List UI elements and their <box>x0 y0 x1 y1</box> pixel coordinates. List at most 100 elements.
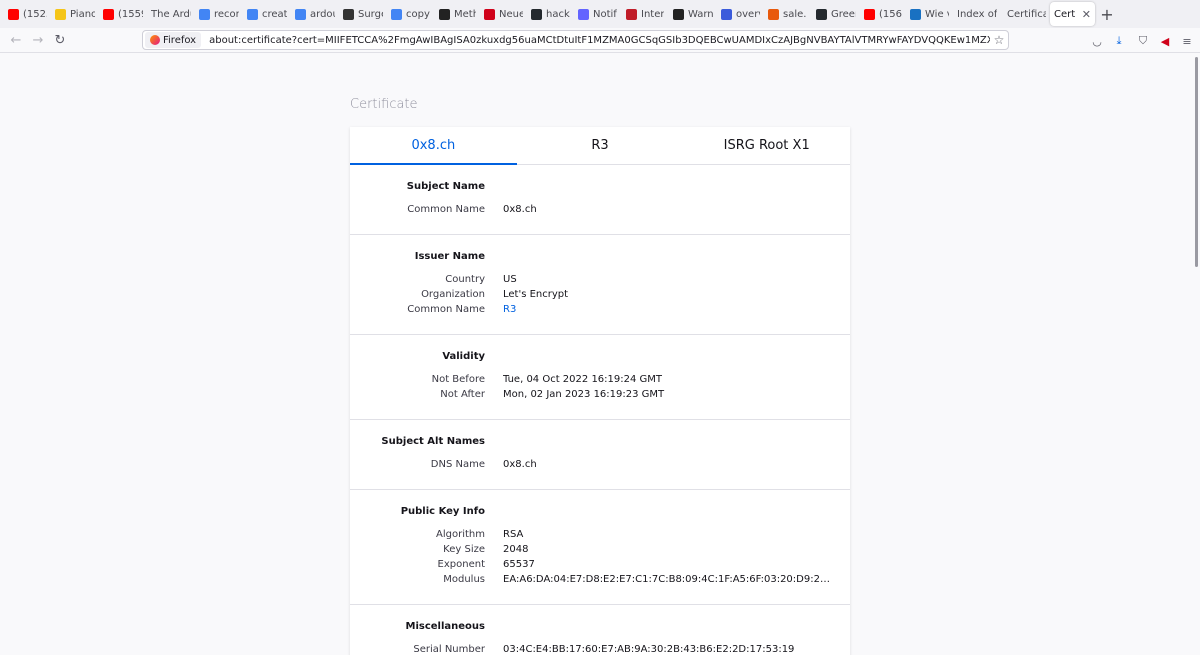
github-icon <box>816 8 827 20</box>
info-row: Serial Number 03:4C:E4:BB:17:60:E7:AB:9A… <box>350 642 850 655</box>
tab-label: ardou <box>310 8 335 20</box>
browser-tab[interactable]: Wie v <box>906 2 953 26</box>
issuer-name-section: Issuer Name Country US Organization Let'… <box>350 235 850 335</box>
close-tab-icon[interactable]: ✕ <box>1082 8 1091 21</box>
row-key: Organization <box>421 289 485 300</box>
z-icon <box>484 8 495 20</box>
browser-tab[interactable]: Certifica <box>1003 2 1050 26</box>
browser-tab[interactable]: Index of <box>953 2 1003 26</box>
shield-icon[interactable]: ⛉ <box>1134 32 1152 50</box>
row-key: Exponent <box>437 559 485 570</box>
browser-tab[interactable]: Warn <box>669 2 717 26</box>
page-content: Certificate 0x8.ch R3 ISRG Root X1 Subje… <box>0 53 1200 655</box>
tabs-container: (1525 Piano (1559 The Ardu recor creat ardou Su… <box>4 2 1095 26</box>
browser-tab[interactable]: Meth <box>435 2 480 26</box>
tab-label: Inter <box>641 8 665 20</box>
tab-label: Warn <box>688 8 713 20</box>
info-row: Common Name 0x8.ch <box>350 202 850 217</box>
identity-label: Firefox <box>163 34 197 46</box>
flag-icon <box>626 8 637 20</box>
info-row: Modulus EA:A6:DA:04:E7:D8:E2:E7:C1:7C:B8… <box>350 572 850 587</box>
google-icon <box>295 8 306 20</box>
row-value: 03:4C:E4:BB:17:60:E7:AB:9A:30:2B:43:B6:E… <box>503 644 795 655</box>
forward-button[interactable]: → <box>26 29 50 51</box>
browser-tab[interactable]: Inter <box>622 2 669 26</box>
identity-box[interactable]: Firefox <box>145 32 202 48</box>
tab-label: recor <box>214 8 239 20</box>
browser-tab[interactable]: sale. <box>764 2 812 26</box>
browser-tab[interactable]: (1559 <box>99 2 147 26</box>
info-row: Organization Let's Encrypt <box>350 287 850 302</box>
browser-tab[interactable]: The Ardu <box>147 2 195 26</box>
tab-label: Certific <box>1054 8 1076 20</box>
browser-tab[interactable]: Notif <box>574 2 622 26</box>
stack-icon <box>721 8 732 20</box>
row-value: RSA <box>503 529 524 540</box>
tab-label: Green <box>831 8 856 20</box>
pencil-icon <box>55 8 66 20</box>
google-icon <box>247 8 258 20</box>
tab-cert-isrg-root-x1[interactable]: ISRG Root X1 <box>683 127 850 164</box>
tab-label: overv <box>736 8 760 20</box>
tab-label: (1562 <box>879 8 902 20</box>
h-icon <box>910 8 921 20</box>
bookmark-star-icon[interactable]: ☆ <box>990 33 1008 47</box>
browser-tab[interactable]: copy <box>387 2 435 26</box>
url-bar[interactable]: Firefox about:certificate?cert=MIIFETCCA… <box>142 30 1009 50</box>
browser-tab[interactable]: ardou <box>291 2 339 26</box>
tab-cert-r3[interactable]: R3 <box>517 127 684 164</box>
tab-label: Certifica <box>1007 8 1046 20</box>
pocket-icon[interactable]: ◡ <box>1088 32 1106 50</box>
info-row: DNS Name 0x8.ch <box>350 457 850 472</box>
issuer-link[interactable]: R3 <box>503 302 833 317</box>
section-heading: Miscellaneous <box>405 621 486 632</box>
browser-tab[interactable]: Neue <box>480 2 527 26</box>
google-icon <box>199 8 210 20</box>
page-title: Certificate <box>350 97 418 112</box>
browser-tab[interactable]: (1525 <box>4 2 51 26</box>
back-button[interactable]: ← <box>4 29 28 51</box>
browser-tab[interactable]: (1562 <box>860 2 906 26</box>
downloads-icon[interactable]: ⤓ <box>1110 32 1128 50</box>
browser-tab[interactable]: Certific ✕ <box>1050 2 1095 26</box>
navigation-toolbar: ← → ↻ Firefox about:certificate?cert=MII… <box>0 28 1200 53</box>
youtube-icon <box>8 8 19 20</box>
tab-label: The Ardu <box>151 8 191 20</box>
google-icon <box>391 8 402 20</box>
tab-label: copy <box>406 8 430 20</box>
row-value: Tue, 04 Oct 2022 16:19:24 GMT <box>503 374 663 385</box>
row-key: Serial Number <box>413 644 485 655</box>
row-value: 0x8.ch <box>503 204 537 215</box>
info-row: Not Before Tue, 04 Oct 2022 16:19:24 GMT <box>350 372 850 387</box>
youtube-icon <box>103 8 114 20</box>
browser-tab[interactable]: recor <box>195 2 243 26</box>
new-tab-button[interactable]: + <box>1095 2 1119 26</box>
browser-tab[interactable]: overv <box>717 2 764 26</box>
m-icon <box>439 8 450 20</box>
tab-label: Surge <box>358 8 383 20</box>
miscellaneous-section: Miscellaneous Serial Number 03:4C:E4:BB:… <box>350 605 850 655</box>
row-value: 65537 <box>503 559 535 570</box>
browser-tab[interactable]: creat <box>243 2 291 26</box>
browser-tab[interactable]: Piano <box>51 2 99 26</box>
browser-tab[interactable]: Green <box>812 2 860 26</box>
url-text[interactable]: about:certificate?cert=MIIFETCCA%2FmgAwI… <box>209 35 990 46</box>
menu-icon[interactable]: ≡ <box>1178 32 1196 50</box>
browser-tab[interactable]: Surge <box>339 2 387 26</box>
section-heading: Issuer Name <box>414 251 485 262</box>
extension-icon[interactable]: ◀ <box>1156 32 1174 50</box>
row-key: Not Before <box>431 374 485 385</box>
subject-alt-names-section: Subject Alt Names DNS Name 0x8.ch <box>350 420 850 490</box>
scrollbar[interactable] <box>1195 57 1198 267</box>
tab-label: Notif <box>593 8 617 20</box>
row-key: Not After <box>440 389 485 400</box>
tab-label: creat <box>262 8 287 20</box>
tab-label: Meth <box>454 8 476 20</box>
browser-tab[interactable]: hack <box>527 2 574 26</box>
sale-icon <box>768 8 779 20</box>
row-key: Algorithm <box>436 529 485 540</box>
tab-label: Index of <box>957 8 998 20</box>
info-row: Not After Mon, 02 Jan 2023 16:19:23 GMT <box>350 387 850 402</box>
tab-cert-0x8-ch[interactable]: 0x8.ch <box>350 127 517 165</box>
reload-button[interactable]: ↻ <box>48 29 72 51</box>
